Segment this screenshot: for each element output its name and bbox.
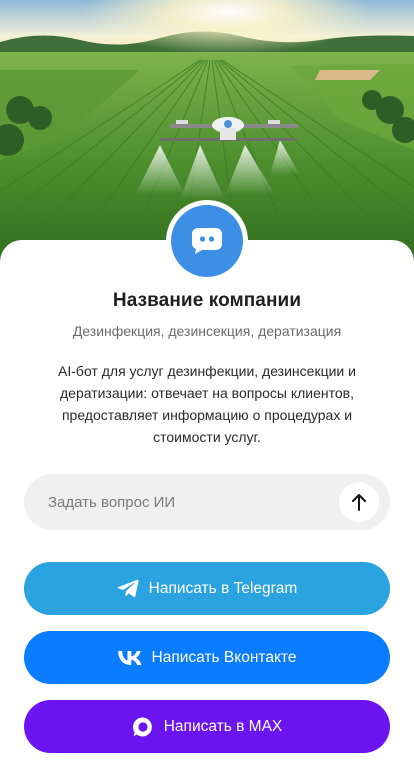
vk-button-label: Написать Вконтакте <box>151 648 297 666</box>
company-name: Название компании <box>112 290 302 311</box>
company-tagline: Дезинфекция, дезинсекция, дератизация <box>72 323 342 339</box>
vk-button[interactable]: Написать Вконтакте <box>24 631 390 684</box>
max-button-label: Написать в MAX <box>163 717 283 735</box>
telegram-button-label: Написать в Telegram <box>148 579 298 597</box>
vk-icon <box>117 650 142 665</box>
max-icon <box>132 716 154 738</box>
company-description: AI-бот для услуг дезинфекции, дезинсекци… <box>58 363 356 445</box>
telegram-icon <box>117 579 139 598</box>
arrow-up-icon <box>352 494 366 511</box>
send-button[interactable] <box>339 482 379 522</box>
ask-ai-box <box>24 474 390 530</box>
chat-bot-icon <box>171 205 243 277</box>
avatar <box>166 200 248 282</box>
telegram-button[interactable]: Написать в Telegram <box>24 562 390 615</box>
ask-ai-input[interactable] <box>48 474 328 530</box>
max-button[interactable]: Написать в MAX <box>24 700 390 753</box>
